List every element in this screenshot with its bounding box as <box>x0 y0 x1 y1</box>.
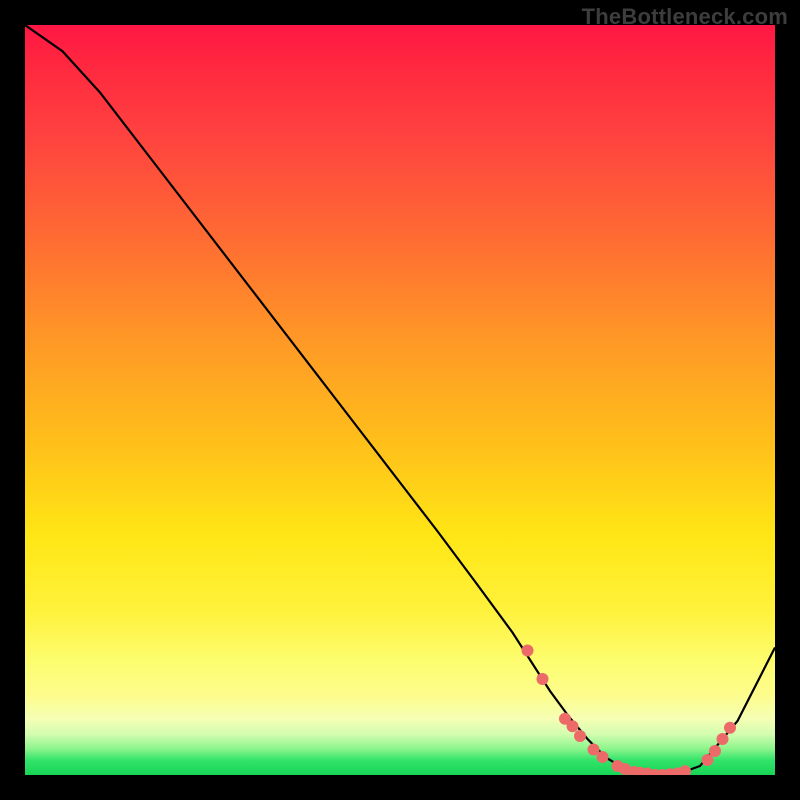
chart-marker <box>679 765 691 775</box>
chart-marker <box>522 645 534 657</box>
chart-marker <box>717 733 729 745</box>
chart-markers <box>522 645 737 776</box>
chart-curve <box>25 25 775 775</box>
chart-marker <box>574 730 586 742</box>
chart-plot-area <box>25 25 775 775</box>
chart-svg-layer <box>25 25 775 775</box>
chart-frame: TheBottleneck.com <box>0 0 800 800</box>
chart-marker <box>597 751 609 763</box>
chart-marker <box>537 673 549 685</box>
chart-marker <box>724 722 736 734</box>
chart-marker <box>567 720 579 732</box>
watermark-text: TheBottleneck.com <box>582 4 788 30</box>
chart-marker <box>709 745 721 757</box>
